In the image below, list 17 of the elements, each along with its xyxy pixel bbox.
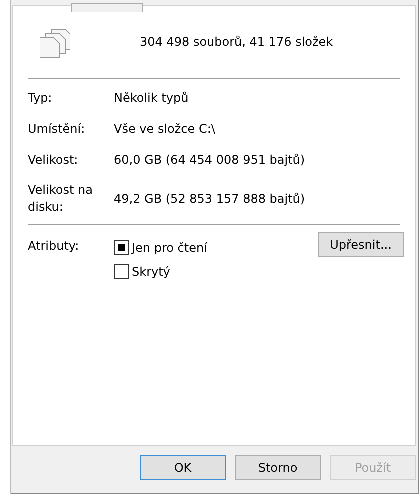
advanced-button[interactable]: Upřesnit... (318, 232, 404, 257)
property-label: Typ: (28, 90, 54, 106)
checkbox-label: Jen pro čtení (132, 240, 208, 254)
property-label: Velikost na disku: (28, 182, 94, 216)
property-label: Velikost: (28, 152, 80, 168)
property-value: Vše ve složce C:\ (114, 122, 216, 136)
checkbox[interactable] (114, 264, 129, 279)
property-value: Několik typů (114, 91, 190, 105)
checkbox[interactable] (114, 240, 129, 255)
checkbox-label: Skrytý (132, 264, 170, 278)
attributes-label: Atributy: (28, 238, 80, 255)
dialog-button[interactable]: Storno (235, 455, 321, 480)
property-value: 49,2 GB (52 853 157 888 bajtů) (114, 192, 306, 206)
summary-text: 304 498 souborů, 41 176 složek (140, 35, 334, 49)
property-label: Umístění: (28, 120, 86, 138)
dialog-button[interactable]: OK (140, 455, 226, 480)
property-value: 60,0 GB (64 454 008 951 bajtů) (114, 153, 306, 167)
